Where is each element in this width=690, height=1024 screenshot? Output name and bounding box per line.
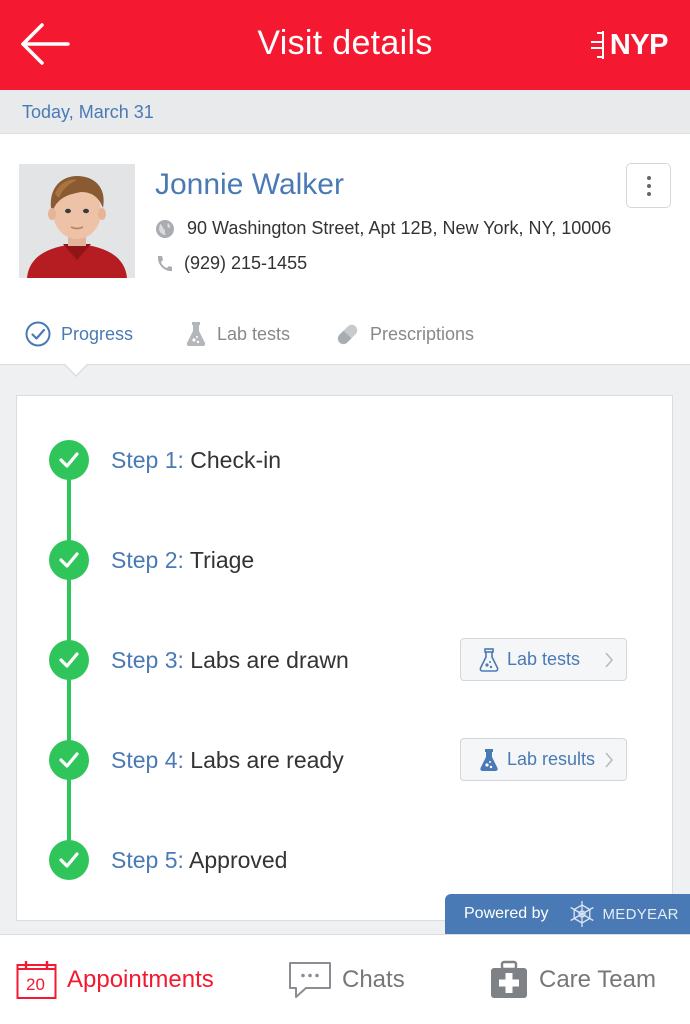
step-complete-check [49,440,89,480]
more-options-button[interactable] [626,163,671,208]
lab-results-button[interactable]: Lab results [460,738,627,781]
step-number: Step 1: [111,447,184,473]
brand-text: NYP [609,28,669,61]
app-header: Visit details NYP [0,0,690,90]
step-complete-check [49,740,89,780]
globe-icon [156,219,174,238]
more-dot-icon [647,192,651,196]
phone-row: (929) 215-1455 [155,253,307,274]
patient-profile: Jonnie Walker 90 Washington Street, Apt … [0,134,690,365]
step-label: Labs are ready [190,747,344,773]
flask-icon [186,322,206,346]
visit-tabs: Progress Lab tests Prescriptions [0,314,690,354]
nav-chats-label: Chats [342,966,405,993]
tab-lab-tests-label: Lab tests [217,323,291,344]
step-item: Step 2: Triage [17,535,672,585]
medical-kit-icon [491,960,527,998]
chevron-right-icon [605,652,614,668]
avatar [19,164,135,278]
check-icon [59,552,79,568]
calendar-day-badge: 20 [26,975,45,994]
date-bar: Today, March 31 [0,90,690,134]
powered-by-text: Powered by [464,905,549,922]
active-tab-pointer [65,364,87,375]
pill-icon [337,324,358,344]
patient-name: Jonnie Walker [155,168,344,201]
tab-lab-tests[interactable]: Lab tests [185,314,290,354]
page-title: Visit details [257,24,433,62]
step-item: Step 3: Labs are drawn Lab tests [17,635,672,685]
address-row: 90 Washington Street, Apt 12B, New York,… [155,218,611,239]
powered-by-badge[interactable]: Powered by MEDYEAR [445,894,690,934]
nav-care-team-label: Care Team [539,966,656,993]
patient-photo [19,164,135,278]
nav-appointments-label: Appointments [67,966,214,993]
tab-progress[interactable]: Progress [25,314,133,354]
nav-care-team[interactable]: Care Team [489,935,656,1024]
step-number: Step 4: [111,747,184,773]
step-label: Approved [189,847,288,873]
step-label: Check-in [190,447,282,473]
check-icon [59,752,79,768]
tab-prescriptions-label: Prescriptions [370,323,475,344]
brand-logo: NYP [589,28,669,62]
step-complete-check [49,540,89,580]
step-number: Step 3: [111,647,184,673]
step-complete-check [49,640,89,680]
check-icon [59,852,79,868]
tab-prescriptions[interactable]: Prescriptions [335,314,474,354]
check-icon [59,452,79,468]
step-item: Step 5: Approved [17,835,672,885]
flask-outline-icon [479,647,499,672]
step-text: Step 4: Labs are ready [111,747,344,774]
powered-by-brand: MEDYEAR [602,905,679,923]
nav-chats[interactable]: Chats [288,935,405,1024]
phone-icon [157,255,172,271]
step-number: Step 5: [111,847,184,873]
flask-filled-icon [480,748,498,771]
nav-appointments[interactable]: 20 Appointments [16,935,214,1024]
bottom-navigation: 20 Appointments Chats Care Team [0,934,690,1024]
lab-tests-button-label: Lab tests [507,649,581,669]
step-complete-check [49,840,89,880]
chevron-right-icon [605,752,614,768]
progress-steps-card: Step 1: Check-in Step 2: Triage Step 3: … [16,395,673,921]
nyp-logo-mark-icon [590,31,604,59]
step-item: Step 1: Check-in [17,435,672,485]
check-icon [59,652,79,668]
more-dot-icon [647,184,651,188]
check-circle-icon [25,321,51,347]
step-label: Labs are drawn [190,647,349,673]
chat-bubble-icon [289,962,331,998]
step-label: Triage [189,547,255,573]
calendar-icon: 20 [16,960,57,1000]
step-text: Step 5: Approved [111,847,287,874]
patient-address: 90 Washington Street, Apt 12B, New York,… [187,218,612,238]
visit-date: Today, March 31 [22,102,154,122]
step-item: Step 4: Labs are ready Lab results [17,735,672,785]
more-dot-icon [647,176,651,180]
step-text: Step 3: Labs are drawn [111,647,349,674]
patient-phone[interactable]: (929) 215-1455 [184,253,307,274]
step-number: Step 2: [111,547,184,573]
lab-results-button-label: Lab results [507,749,596,769]
step-text: Step 1: Check-in [111,447,281,474]
tab-progress-label: Progress [61,323,134,344]
lab-tests-button[interactable]: Lab tests [460,638,627,681]
step-text: Step 2: Triage [111,547,254,574]
medyear-snowflake-icon [569,901,594,927]
